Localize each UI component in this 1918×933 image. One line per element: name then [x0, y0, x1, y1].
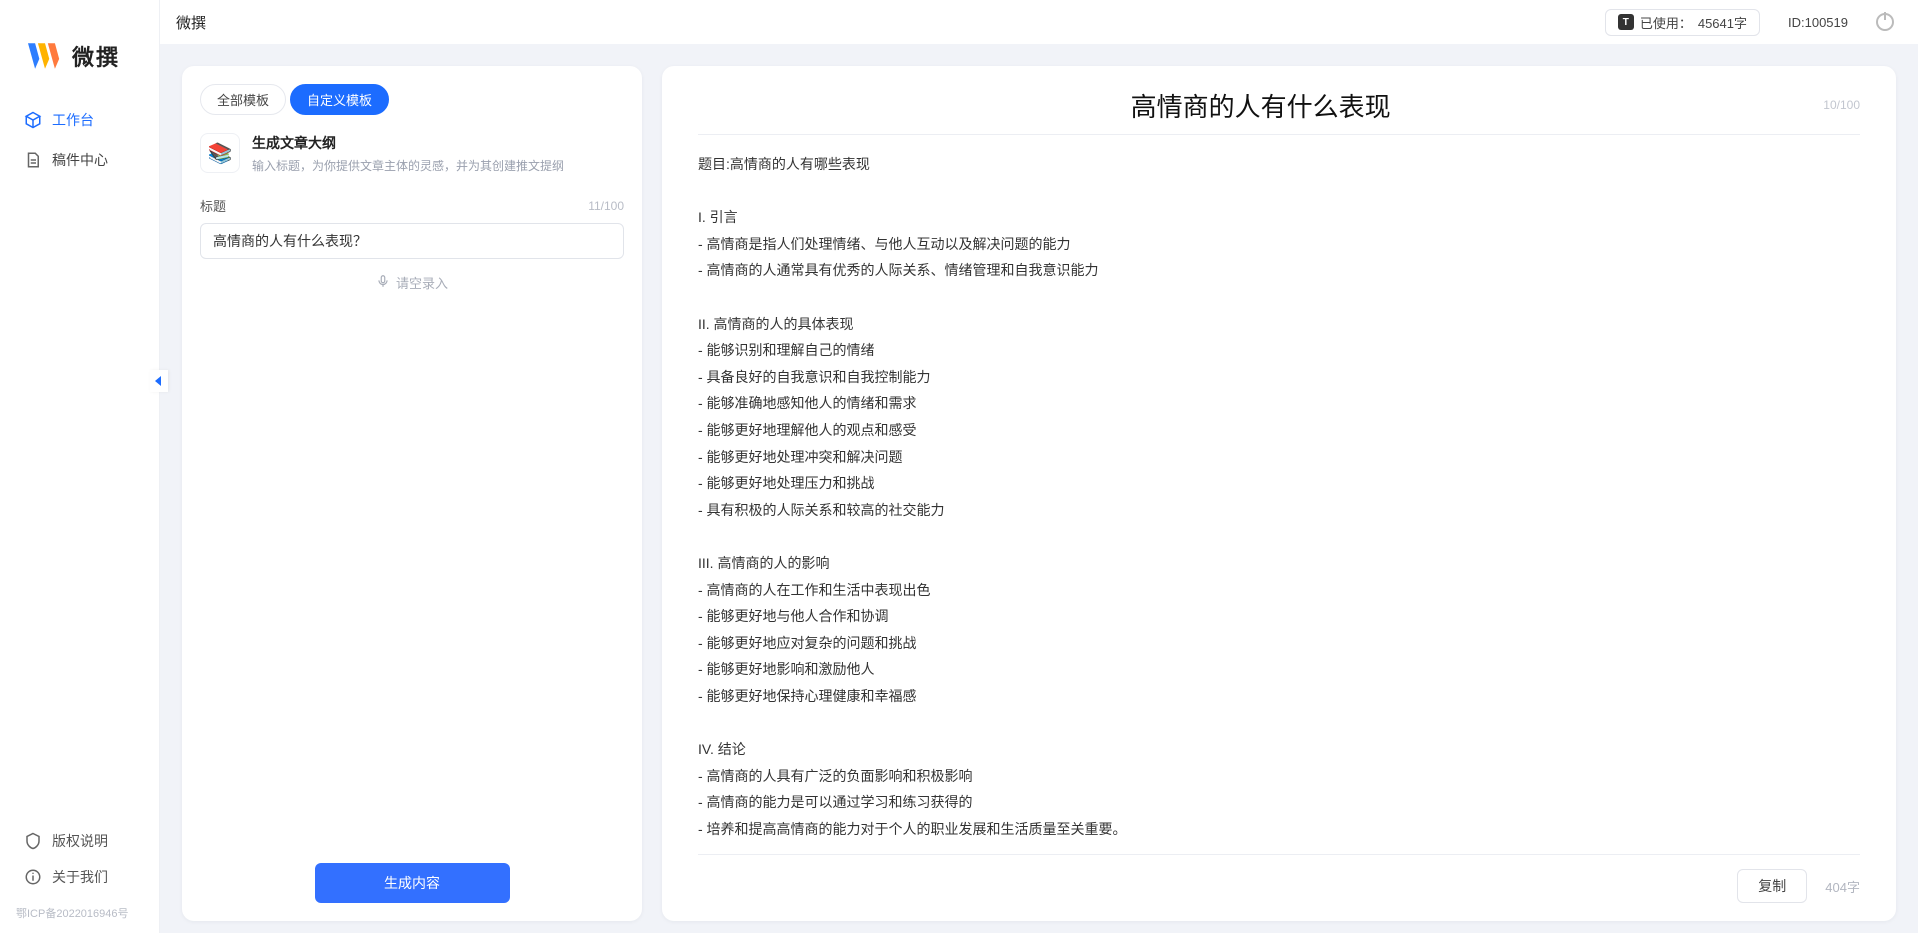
mic-icon: [376, 274, 390, 291]
nav-workspace[interactable]: 工作台: [12, 102, 147, 138]
usage-value: 45641字: [1698, 13, 1747, 32]
template-card[interactable]: 📚 生成文章大纲 输入标题，为你提供文章主体的灵感，并为其创建推文提纲: [200, 133, 624, 174]
usage-label: 已使用：: [1640, 13, 1692, 32]
panel-output: 10/100 题目:高情商的人有哪些表现 I. 引言 - 高情商是指人们处理情绪…: [662, 66, 1896, 921]
doc-body[interactable]: 题目:高情商的人有哪些表现 I. 引言 - 高情商是指人们处理情绪、与他人互动以…: [698, 151, 1860, 855]
voice-input-button[interactable]: 请空录入: [200, 259, 624, 306]
nav-copyright[interactable]: 版权说明: [12, 823, 147, 859]
tab-all-templates[interactable]: 全部模板: [200, 84, 286, 115]
nav-about[interactable]: 关于我们: [12, 859, 147, 895]
books-icon: 📚: [208, 141, 233, 166]
template-thumb: 📚: [200, 133, 240, 173]
nav-workspace-label: 工作台: [52, 110, 94, 130]
nav-drafts[interactable]: 稿件中心: [12, 142, 147, 178]
title-input[interactable]: [200, 223, 624, 259]
doc-icon: [24, 151, 42, 169]
topbar: 微撰 T 已使用： 45641字 ID:100519: [160, 0, 1918, 44]
logo: 微撰: [0, 0, 159, 102]
template-title: 生成文章大纲: [252, 133, 564, 153]
title-field-label: 标题: [200, 196, 226, 215]
usage-badge[interactable]: T 已使用： 45641字: [1605, 9, 1760, 36]
title-char-count: 11/100: [588, 199, 624, 213]
sidebar-footer-nav: 版权说明 关于我们: [0, 823, 159, 905]
power-icon[interactable]: [1876, 13, 1894, 31]
nav-drafts-label: 稿件中心: [52, 150, 108, 170]
template-tabs: 全部模板 自定义模板: [200, 84, 624, 115]
tab-custom-templates[interactable]: 自定义模板: [290, 84, 389, 115]
template-desc: 输入标题，为你提供文章主体的灵感，并为其创建推文提纲: [252, 157, 564, 174]
doc-footer: 复制 404字: [698, 855, 1860, 903]
primary-nav: 工作台 稿件中心: [0, 102, 159, 178]
main: 全部模板 自定义模板 📚 生成文章大纲 输入标题，为你提供文章主体的灵感，并为其…: [160, 44, 1918, 933]
icp-number: 鄂ICP备2022016946号: [0, 905, 159, 933]
text-icon: T: [1618, 14, 1634, 30]
sidebar-collapse-handle[interactable]: [150, 370, 168, 392]
logo-mark-icon: [28, 43, 62, 69]
sidebar: 微撰 工作台 稿件中心: [0, 0, 160, 933]
user-id: ID:100519: [1788, 15, 1848, 30]
cube-icon: [24, 111, 42, 129]
info-icon: [24, 868, 42, 886]
nav-copyright-label: 版权说明: [52, 831, 108, 851]
word-count: 404字: [1825, 877, 1860, 896]
doc-title-input[interactable]: [698, 84, 1823, 126]
voice-input-label: 请空录入: [396, 273, 448, 292]
generate-button[interactable]: 生成内容: [315, 863, 510, 903]
page-title: 微撰: [176, 12, 206, 33]
brand-name: 微撰: [72, 40, 120, 72]
nav-about-label: 关于我们: [52, 867, 108, 887]
copy-button[interactable]: 复制: [1737, 869, 1807, 903]
shield-icon: [24, 832, 42, 850]
doc-title-char-count: 10/100: [1823, 98, 1860, 112]
panel-templates: 全部模板 自定义模板 📚 生成文章大纲 输入标题，为你提供文章主体的灵感，并为其…: [182, 66, 642, 921]
